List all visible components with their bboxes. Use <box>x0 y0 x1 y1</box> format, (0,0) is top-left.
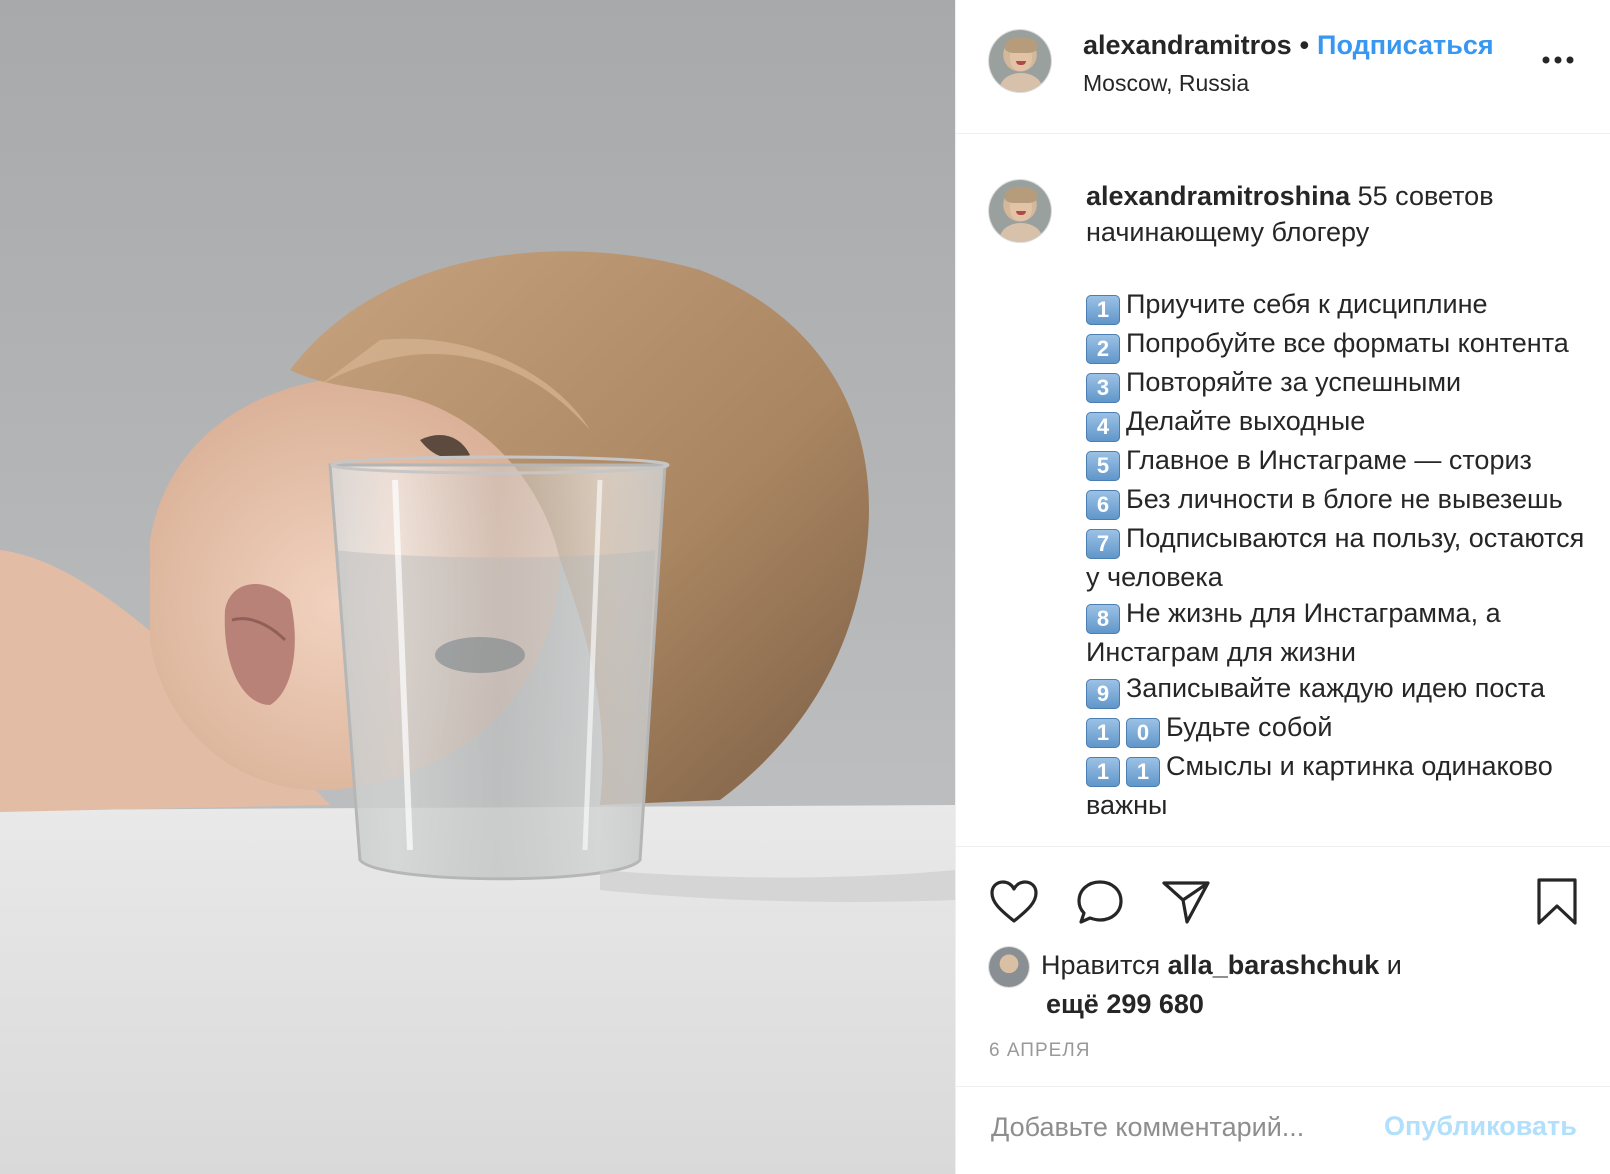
tip-item: 2 Попробуйте все форматы контента <box>1086 325 1596 364</box>
keycap-digit-icon: 6 <box>1086 490 1120 520</box>
tip-item: 1 1 Смыслы и картинка одинаково важны <box>1086 748 1596 823</box>
tip-item: 4 Делайте выходные <box>1086 403 1596 442</box>
author-avatar[interactable] <box>989 30 1051 92</box>
comment-icon[interactable] <box>1075 878 1125 928</box>
keycap-digit-icon: 1 <box>1086 295 1120 325</box>
likes-prefix: Нравится <box>1041 950 1161 981</box>
share-icon[interactable] <box>1161 878 1211 926</box>
keycap-digit-icon: 9 <box>1086 679 1120 709</box>
comment-input[interactable] <box>989 1111 1373 1144</box>
separator-dot: • <box>1299 30 1310 60</box>
keycap-digit-icon: 0 <box>1126 718 1160 748</box>
liker-username[interactable]: alla_barashchuk <box>1168 950 1380 980</box>
caption-avatar[interactable] <box>989 180 1051 242</box>
follow-button[interactable]: Подписаться <box>1317 30 1494 60</box>
keycap-digit-icon: 4 <box>1086 412 1120 442</box>
keycap-digit-icon: 1 <box>1086 718 1120 748</box>
keycap-digit-icon: 8 <box>1086 604 1120 634</box>
keycap-digit-icon: 7 <box>1086 529 1120 559</box>
tip-item: 9 Записывайте каждую идею поста <box>1086 670 1596 709</box>
likes-count[interactable]: ещё 299 680 <box>1046 989 1204 1020</box>
tip-text: Записывайте каждую идею поста <box>1126 673 1545 703</box>
liker-avatar[interactable] <box>989 947 1029 987</box>
tip-text: Приучите себя к дисциплине <box>1126 289 1488 319</box>
tip-item: 1 Приучите себя к дисциплине <box>1086 286 1596 325</box>
comment-bar: Опубликовать <box>956 1086 1610 1174</box>
caption-text: alexandramitroshina 55 советов начинающе… <box>1086 178 1596 823</box>
post-header: alexandramitros • Подписаться Moscow, Russ… <box>956 0 1610 134</box>
tip-item: 3 Повторяйте за успешными <box>1086 364 1596 403</box>
tip-item: 5 Главное в Инстаграме — сториз <box>1086 442 1596 481</box>
tip-item: 8 Не жизнь для Инстаграмма, а Инстаграм д… <box>1086 595 1596 670</box>
author-username[interactable]: alexandramitros <box>1083 30 1292 60</box>
tip-text: Делайте выходные <box>1126 406 1366 436</box>
header-user-line: alexandramitros • Подписаться <box>1083 30 1494 61</box>
tip-item: 6 Без личности в блоге не вывезешь <box>1086 481 1596 520</box>
tips-list: 1 Приучите себя к дисциплине 2 Попробуйте в… <box>1086 286 1596 823</box>
keycap-digit-icon: 2 <box>1086 334 1120 364</box>
caption-area[interactable]: alexandramitroshina 55 советов начинающе… <box>956 134 1610 846</box>
post-date[interactable]: 6 АПРЕЛЯ <box>989 1040 1091 1062</box>
tip-text: Будьте собой <box>1166 712 1333 742</box>
tip-text: Без личности в блоге не вывезешь <box>1126 484 1563 514</box>
tip-item: 1 0 Будьте собой <box>1086 709 1596 748</box>
keycap-digit-icon: 1 <box>1086 757 1120 787</box>
publish-button[interactable]: Опубликовать <box>1384 1111 1577 1142</box>
keycap-digit-icon: 3 <box>1086 373 1120 403</box>
tip-text: Попробуйте все форматы контента <box>1126 328 1569 358</box>
tip-item: 7 Подписываются на пользу, остаются у чел… <box>1086 520 1596 595</box>
caption-intro: alexandramitroshina 55 советов начинающе… <box>1086 178 1596 250</box>
tip-text: Повторяйте за успешными <box>1126 367 1462 397</box>
likes-conj: и <box>1386 950 1402 981</box>
heart-icon[interactable] <box>989 879 1039 925</box>
tip-text: Не жизнь для Инстаграмма, а Инстаграм дл… <box>1086 598 1501 667</box>
tip-text: Главное в Инстаграме — сториз <box>1126 445 1532 475</box>
actions-section: Нравится alla_barashchuk и ещё 299 680 6… <box>956 846 1610 1087</box>
instagram-post: alexandramitros • Подписаться Moscow, Russ… <box>0 0 1610 1174</box>
caption-username[interactable]: alexandramitroshina <box>1086 181 1350 211</box>
post-panel: alexandramitros • Подписаться Moscow, Russ… <box>955 0 1610 1174</box>
post-photo[interactable] <box>0 0 955 1174</box>
keycap-digit-icon: 1 <box>1126 757 1160 787</box>
keycap-digit-icon: 5 <box>1086 451 1120 481</box>
photo-illustration <box>0 251 955 1174</box>
bookmark-icon[interactable] <box>1535 877 1579 927</box>
post-location[interactable]: Moscow, Russia <box>1083 70 1249 97</box>
more-icon[interactable] <box>1538 52 1578 68</box>
tip-text: Подписываются на пользу, остаются у чело… <box>1086 523 1585 592</box>
